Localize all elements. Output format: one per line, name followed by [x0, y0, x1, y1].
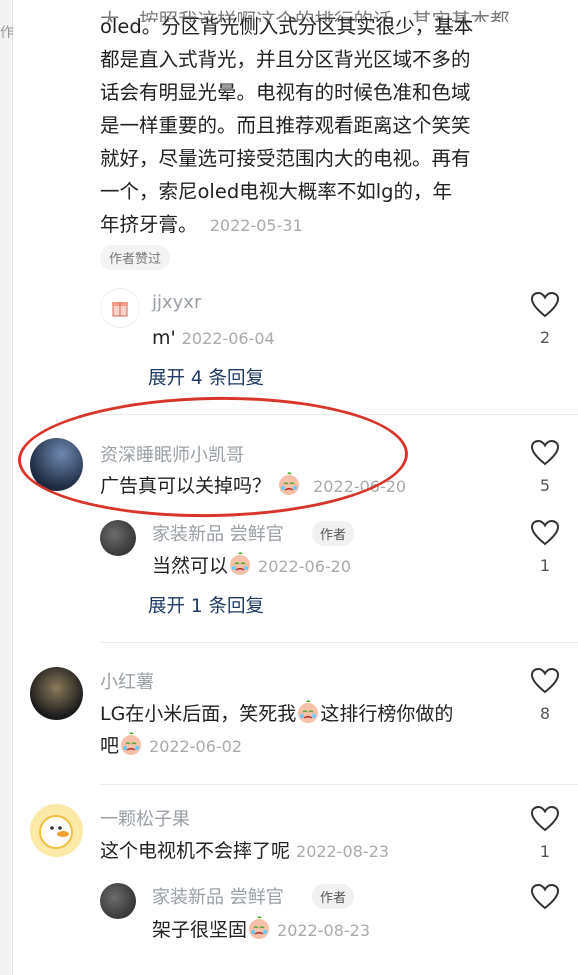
avatar[interactable]: [100, 288, 140, 328]
crying-emoji-icon: [230, 552, 251, 575]
avatar[interactable]: [100, 520, 136, 556]
clipped-line: 大，按照我这样啊这个的排行的话，其实基本都是: [100, 9, 510, 22]
duck-icon: [39, 815, 73, 849]
crying-emoji-icon: [249, 916, 270, 939]
heart-icon: [531, 668, 559, 694]
like-button[interactable]: [530, 884, 560, 910]
heart-icon: [531, 884, 559, 910]
comment-line-last: 年挤牙膏。 2022-05-31: [100, 208, 520, 242]
like-button[interactable]: 2: [530, 292, 560, 347]
comment-line: 就好，尽量选可接受范围内大的电视。再有: [100, 147, 471, 170]
reply-time: 2022-08-23: [277, 921, 370, 940]
comment-text: LG在小米后面，笑死我: [100, 703, 297, 725]
reply-text: 架子很坚固: [152, 919, 248, 941]
reply-text: m': [152, 327, 176, 349]
reply-username[interactable]: jjxyxr: [152, 292, 201, 313]
comment-time: 2022-05-31: [209, 216, 303, 235]
reply-content: 架子很坚固 2022-08-23: [152, 914, 370, 947]
comment-body-top: 大，按照我这样啊这个的排行的话，其实基本都是 oled。分区背光侧入式分区其实很…: [100, 9, 520, 242]
heart-icon: [531, 520, 559, 546]
reply-text: 当然可以: [152, 555, 229, 577]
comment-line: 一个，索尼oled电视大概率不如lg的，年: [100, 180, 453, 203]
crying-emoji-icon: [298, 700, 319, 723]
like-button[interactable]: 8: [530, 668, 560, 723]
comment-content: LG在小米后面，笑死我 这排行榜你做的 吧 2022-06-02: [100, 698, 520, 763]
like-button[interactable]: 1: [530, 520, 560, 575]
comment-line: 话会有明显光晕。电视有的时候色准和色域: [100, 81, 471, 104]
comment-line: 都是直入式背光，并且分区背光区域不多的: [100, 48, 471, 71]
reply-time: 2022-06-20: [258, 557, 351, 576]
divider: [100, 784, 578, 785]
avatar[interactable]: [30, 667, 83, 720]
heart-icon: [531, 292, 559, 318]
gift-icon: [112, 302, 128, 317]
author-badge: 作者: [312, 884, 355, 909]
comment-text: 吧: [100, 735, 120, 757]
left-edge-glyph: 作: [0, 25, 14, 41]
comment-username[interactable]: 一颗松子果: [100, 805, 190, 831]
reply-username[interactable]: 家装新品 尝鲜官: [152, 883, 284, 909]
comment-line: 是一样重要的。而且推荐观看距离这个笑笑: [100, 114, 471, 137]
like-count: 5: [539, 476, 551, 495]
author-badge: 作者: [312, 521, 355, 546]
expand-replies-link[interactable]: 展开 4 条回复: [148, 364, 264, 390]
reply-time: 2022-06-04: [181, 329, 275, 348]
like-count: 8: [539, 704, 551, 723]
heart-icon: [531, 440, 559, 466]
like-button[interactable]: 5: [530, 440, 560, 495]
comment-text: 这个电视机不会摔了呢: [100, 840, 291, 862]
left-edge-panel: 作: [0, 0, 14, 975]
like-count: 2: [539, 328, 551, 347]
heart-icon: [531, 806, 559, 832]
divider: [100, 642, 578, 643]
like-button[interactable]: 1: [530, 806, 560, 861]
comment-time: 2022-06-02: [149, 737, 242, 756]
comment-line: LG在小米后面，笑死我 这排行榜你做的: [100, 698, 520, 730]
comment-text: 这排行榜你做的: [320, 703, 454, 725]
avatar[interactable]: [100, 883, 136, 919]
like-count: 1: [539, 842, 551, 861]
expand-replies-link[interactable]: 展开 1 条回复: [148, 592, 264, 618]
crying-emoji-icon: [121, 732, 142, 755]
comment-content: 这个电视机不会摔了呢 2022-08-23: [100, 835, 389, 868]
like-count: 1: [539, 556, 551, 575]
reply-content: 当然可以 2022-06-20: [152, 550, 351, 583]
reply-username[interactable]: 家装新品 尝鲜官: [152, 520, 284, 546]
comment-text: 年挤牙膏。: [100, 213, 198, 236]
avatar[interactable]: [30, 804, 83, 857]
author-liked-tag: 作者赞过: [100, 245, 171, 270]
reply-content: m' 2022-06-04: [152, 322, 275, 355]
comment-username[interactable]: 小红薯: [100, 668, 154, 694]
comment-time: 2022-08-23: [296, 842, 389, 861]
comment-line: 吧 2022-06-02: [100, 730, 520, 763]
